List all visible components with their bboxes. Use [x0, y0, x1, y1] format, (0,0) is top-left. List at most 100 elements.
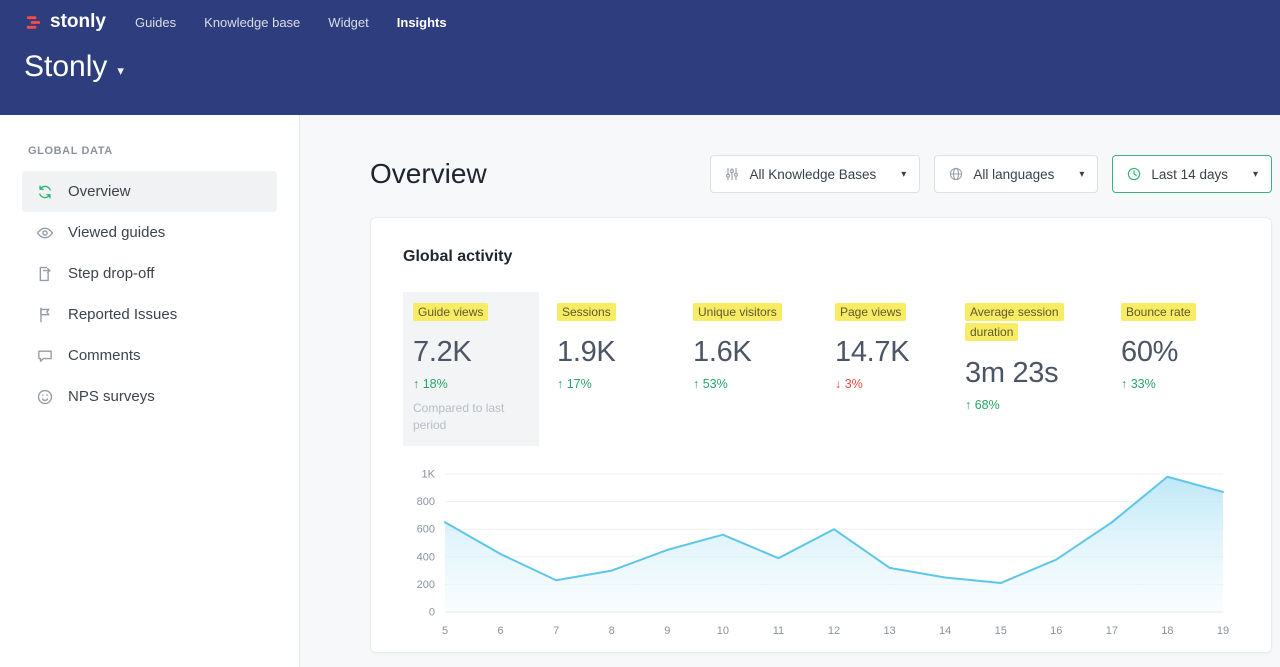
metric-label: Sessions: [557, 303, 616, 321]
top-nav: Guides Knowledge base Widget Insights: [135, 15, 447, 30]
overview-icon: [36, 183, 54, 201]
svg-text:10: 10: [717, 625, 729, 637]
svg-text:17: 17: [1106, 625, 1118, 637]
svg-text:800: 800: [417, 496, 435, 508]
sidebar-item-label: Viewed guides: [68, 224, 165, 241]
metric-label: Guide views: [413, 303, 488, 321]
nav-guides[interactable]: Guides: [135, 15, 176, 30]
stonly-logo[interactable]: stonly: [24, 11, 106, 33]
metric-value: 14.7K: [835, 336, 947, 369]
nav-insights[interactable]: Insights: [397, 15, 447, 30]
filter-date-range[interactable]: Last 14 days ▾: [1112, 155, 1272, 193]
metric-delta: ↑ 68%: [965, 398, 1103, 412]
delta-arrow-icon: ↑: [693, 377, 699, 391]
metric-delta: ↑ 33%: [1121, 377, 1239, 391]
delta-arrow-icon: ↓: [835, 377, 841, 391]
global-activity-card: Global activity Guide views 7.2K ↑ 18% C…: [370, 217, 1272, 653]
metric-label: Average session duration: [965, 303, 1064, 341]
metric-delta: ↑ 18%: [413, 377, 529, 391]
metric-delta: ↑ 53%: [693, 377, 817, 391]
workspace-selector[interactable]: Stonly ▾: [0, 34, 1280, 84]
sidebar-item-viewed-guides[interactable]: Viewed guides: [22, 212, 277, 253]
metric-value: 60%: [1121, 336, 1239, 369]
filter-label: All Knowledge Bases: [749, 167, 876, 182]
svg-text:18: 18: [1161, 625, 1173, 637]
delta-arrow-icon: ↑: [965, 398, 971, 412]
metric-value: 7.2K: [413, 336, 529, 369]
chevron-down-icon: ▾: [1253, 169, 1258, 180]
chevron-down-icon: ▾: [1079, 169, 1084, 180]
flag-icon: [36, 306, 54, 324]
smiley-icon: [36, 388, 54, 406]
workspace-title: Stonly: [24, 50, 107, 84]
metric-average-session-duration[interactable]: Average session duration 3m 23s ↑ 68%: [965, 292, 1103, 424]
svg-text:11: 11: [773, 625, 784, 637]
sidebar-item-label: Reported Issues: [68, 306, 177, 323]
metric-page-views[interactable]: Page views 14.7K ↓ 3%: [835, 292, 947, 403]
metric-label: Page views: [835, 303, 906, 321]
sidebar-item-step-drop-off[interactable]: Step drop-off: [22, 253, 277, 294]
filter-languages[interactable]: All languages ▾: [934, 155, 1098, 193]
delta-arrow-icon: ↑: [557, 377, 563, 391]
sidebar-item-overview[interactable]: Overview: [22, 171, 277, 212]
svg-text:9: 9: [664, 625, 670, 637]
sliders-icon: [724, 166, 740, 182]
filter-label: All languages: [973, 167, 1054, 182]
nav-widget[interactable]: Widget: [328, 15, 368, 30]
svg-text:13: 13: [883, 625, 895, 637]
svg-text:7: 7: [553, 625, 559, 637]
main-content: Overview All Knowledge Bases ▾ All langu…: [300, 115, 1280, 667]
sidebar-item-reported-issues[interactable]: Reported Issues: [22, 294, 277, 335]
svg-text:0: 0: [429, 606, 435, 618]
svg-text:600: 600: [417, 524, 435, 536]
filters: All Knowledge Bases ▾ All languages ▾ La…: [710, 155, 1272, 193]
filter-knowledge-bases[interactable]: All Knowledge Bases ▾: [710, 155, 920, 193]
sidebar-item-label: Comments: [68, 347, 141, 364]
svg-text:200: 200: [417, 579, 435, 591]
top-nav-row: stonly Guides Knowledge base Widget Insi…: [0, 0, 1280, 34]
svg-text:16: 16: [1050, 625, 1062, 637]
metrics-row: Guide views 7.2K ↑ 18% Compared to last …: [403, 292, 1239, 446]
clock-icon: [1126, 166, 1142, 182]
sidebar-item-nps-surveys[interactable]: NPS surveys: [22, 376, 277, 417]
svg-text:12: 12: [828, 625, 840, 637]
stonly-logo-icon: [24, 13, 43, 32]
svg-text:15: 15: [995, 625, 1007, 637]
svg-text:8: 8: [609, 625, 615, 637]
metric-sessions[interactable]: Sessions 1.9K ↑ 17%: [557, 292, 675, 403]
metric-delta: ↓ 3%: [835, 377, 947, 391]
chevron-down-icon: ▾: [901, 169, 906, 180]
delta-arrow-icon: ↑: [413, 377, 419, 391]
metric-value: 1.9K: [557, 336, 675, 369]
page-title: Overview: [370, 158, 487, 190]
metric-value: 3m 23s: [965, 357, 1103, 390]
top-header: stonly Guides Knowledge base Widget Insi…: [0, 0, 1280, 115]
metric-delta: ↑ 17%: [557, 377, 675, 391]
step-drop-off-icon: [36, 265, 54, 283]
metric-value: 1.6K: [693, 336, 817, 369]
delta-arrow-icon: ↑: [1121, 377, 1127, 391]
svg-text:400: 400: [417, 551, 435, 563]
sidebar: GLOBAL DATA Overview Viewed guides Step …: [0, 115, 300, 667]
sidebar-item-label: Overview: [68, 183, 131, 200]
sidebar-item-label: Step drop-off: [68, 265, 154, 282]
filter-label: Last 14 days: [1151, 167, 1228, 182]
metric-unique-visitors[interactable]: Unique visitors 1.6K ↑ 53%: [693, 292, 817, 403]
metric-guide-views[interactable]: Guide views 7.2K ↑ 18% Compared to last …: [403, 292, 539, 446]
comment-icon: [36, 347, 54, 365]
svg-text:14: 14: [939, 625, 951, 637]
svg-text:5: 5: [442, 625, 448, 637]
svg-text:6: 6: [498, 625, 504, 637]
sidebar-section-label: GLOBAL DATA: [28, 145, 299, 157]
metric-note: Compared to last period: [413, 400, 523, 434]
svg-text:1K: 1K: [422, 468, 436, 480]
global-activity-chart: 02004006008001K5678910111213141516171819: [403, 462, 1239, 644]
sidebar-item-comments[interactable]: Comments: [22, 335, 277, 376]
card-title: Global activity: [403, 248, 1239, 266]
activity-area-chart: 02004006008001K5678910111213141516171819: [403, 462, 1239, 644]
nav-knowledge-base[interactable]: Knowledge base: [204, 15, 300, 30]
metric-label: Unique visitors: [693, 303, 782, 321]
metric-bounce-rate[interactable]: Bounce rate 60% ↑ 33%: [1121, 292, 1239, 403]
metric-label: Bounce rate: [1121, 303, 1196, 321]
sidebar-item-label: NPS surveys: [68, 388, 155, 405]
